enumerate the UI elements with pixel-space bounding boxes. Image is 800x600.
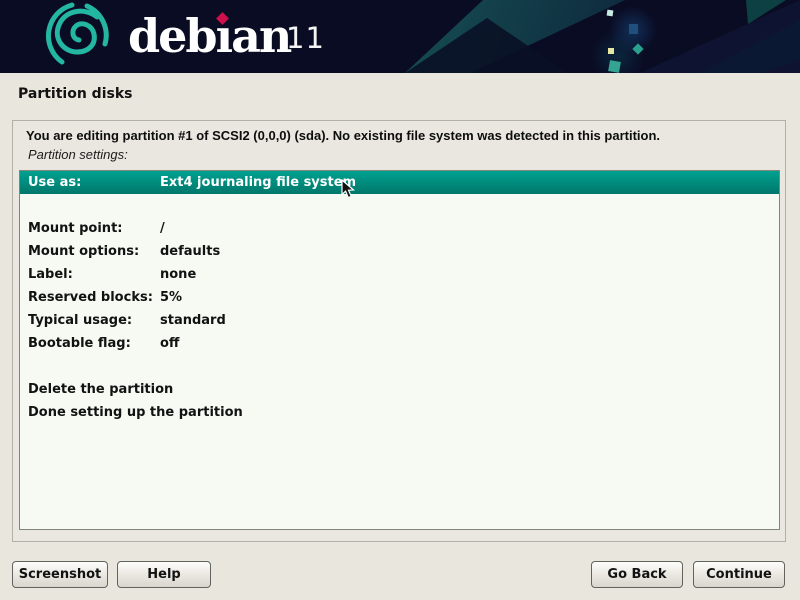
row-spacer-1 [20, 194, 779, 217]
row-bootable-flag[interactable]: Bootable flag: off [20, 332, 779, 355]
row-typical-usage[interactable]: Typical usage: standard [20, 309, 779, 332]
debian-installer-window: debıan 11 Partition disks You are editin… [0, 0, 800, 600]
screenshot-button[interactable]: Screenshot [12, 561, 108, 588]
version-label: 11 [286, 21, 325, 55]
mouse-cursor-icon [341, 179, 356, 200]
row-value: / [160, 221, 779, 236]
wordmark-i: ı [216, 9, 231, 63]
go-back-button[interactable]: Go Back [591, 561, 683, 588]
debian-red-diamond-icon [216, 12, 229, 25]
deco-square-yellow [608, 48, 614, 54]
content-frame: You are editing partition #1 of SCSI2 (0… [12, 120, 786, 542]
row-value: 5% [160, 290, 779, 305]
row-value: off [160, 336, 779, 351]
row-mount-options[interactable]: Mount options: defaults [20, 240, 779, 263]
row-label: Label: [20, 267, 160, 282]
help-button[interactable]: Help [117, 561, 211, 588]
row-label: Typical usage: [20, 313, 160, 328]
page-title: Partition disks [18, 86, 132, 102]
row-value: defaults [160, 244, 779, 259]
header-decoration-glow [0, 0, 800, 73]
deco-square-teal [608, 60, 621, 73]
row-value: none [160, 267, 779, 282]
row-label: Bootable flag: [20, 336, 160, 351]
row-label-setting[interactable]: Label: none [20, 263, 779, 286]
row-use-as[interactable]: Use as: Ext4 journaling file system [20, 171, 779, 194]
deco-square-blue [629, 24, 638, 34]
row-label: Delete the partition [20, 382, 173, 397]
row-label: Use as: [20, 175, 160, 190]
partition-settings-list: Use as: Ext4 journaling file system Moun… [19, 170, 780, 530]
row-label: Mount options: [20, 244, 160, 259]
row-mount-point[interactable]: Mount point: / [20, 217, 779, 240]
row-done-setting-up[interactable]: Done setting up the partition [20, 401, 779, 424]
row-label: Mount point: [20, 221, 160, 236]
row-label: Done setting up the partition [20, 405, 243, 420]
debian-swirl-icon [42, 2, 112, 72]
deco-square-cyan [607, 10, 614, 17]
row-value: standard [160, 313, 779, 328]
row-spacer-2 [20, 355, 779, 378]
row-value: Ext4 journaling file system [160, 175, 779, 190]
header-banner: debıan 11 [0, 0, 800, 73]
partition-settings-label: Partition settings: [28, 147, 128, 162]
row-label: Reserved blocks: [20, 290, 160, 305]
row-delete-partition[interactable]: Delete the partition [20, 378, 779, 401]
info-message: You are editing partition #1 of SCSI2 (0… [26, 128, 660, 143]
debian-wordmark: debıan [128, 8, 290, 64]
row-reserved-blocks[interactable]: Reserved blocks: 5% [20, 286, 779, 309]
continue-button[interactable]: Continue [693, 561, 785, 588]
